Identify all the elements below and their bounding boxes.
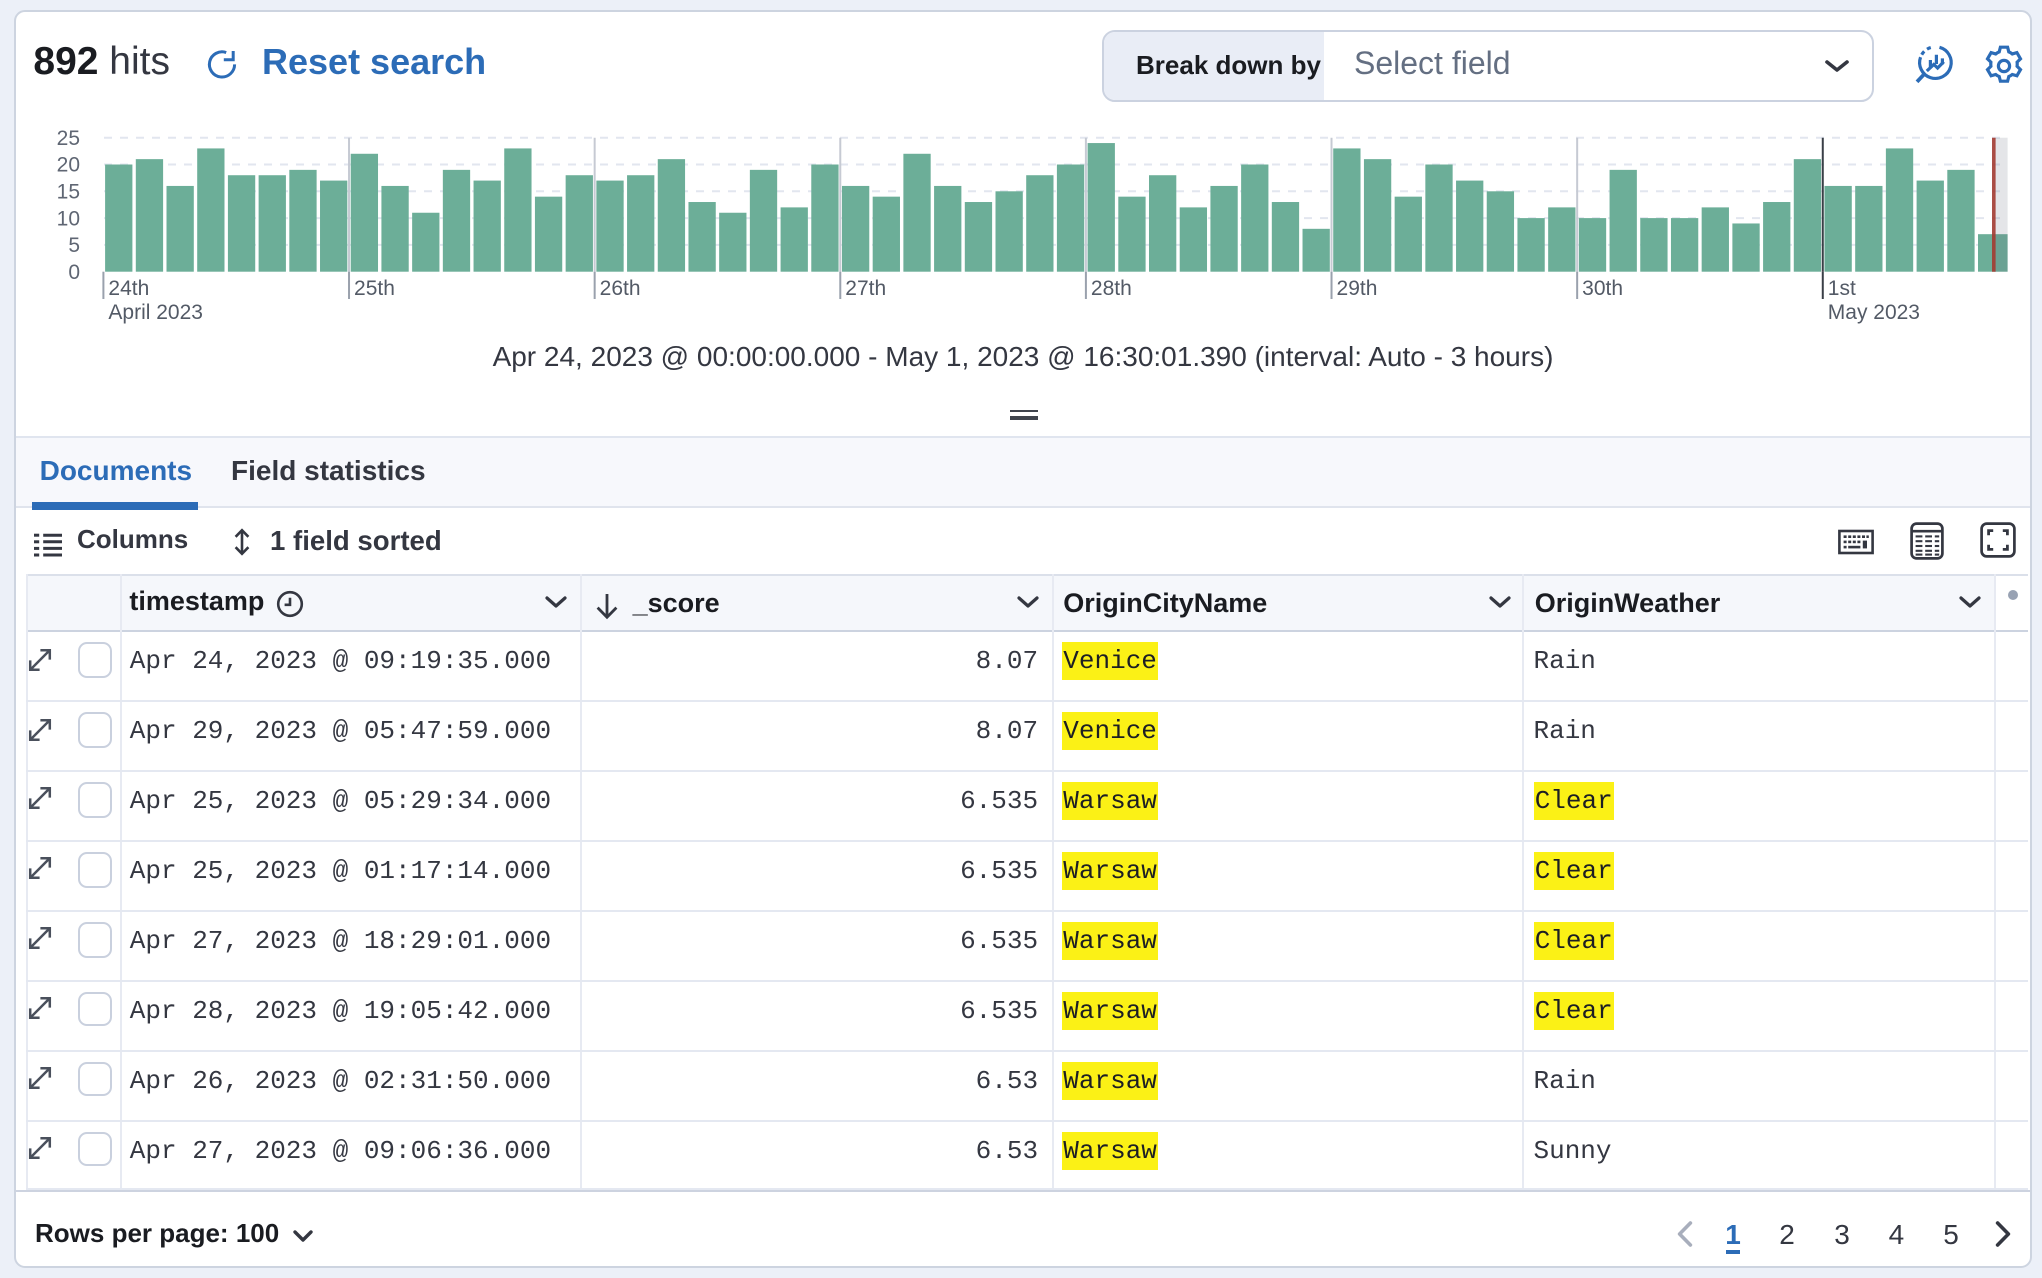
svg-text:1st: 1st (1827, 276, 1855, 299)
svg-text:29th: 29th (1336, 276, 1377, 299)
svg-text:0: 0 (67, 260, 79, 283)
svg-text:30th: 30th (1581, 276, 1622, 299)
svg-text:24th: 24th (107, 276, 148, 299)
svg-text:27th: 27th (844, 276, 885, 299)
svg-text:15: 15 (56, 180, 79, 203)
svg-text:5: 5 (67, 233, 79, 256)
svg-text:28th: 28th (1090, 276, 1131, 299)
svg-text:25: 25 (56, 126, 79, 149)
svg-text:20: 20 (56, 153, 79, 176)
svg-text:April 2023: April 2023 (107, 300, 202, 323)
svg-text:10: 10 (56, 206, 79, 229)
svg-text:May 2023: May 2023 (1827, 300, 1919, 323)
svg-text:25th: 25th (353, 276, 394, 299)
svg-text:26th: 26th (599, 276, 640, 299)
